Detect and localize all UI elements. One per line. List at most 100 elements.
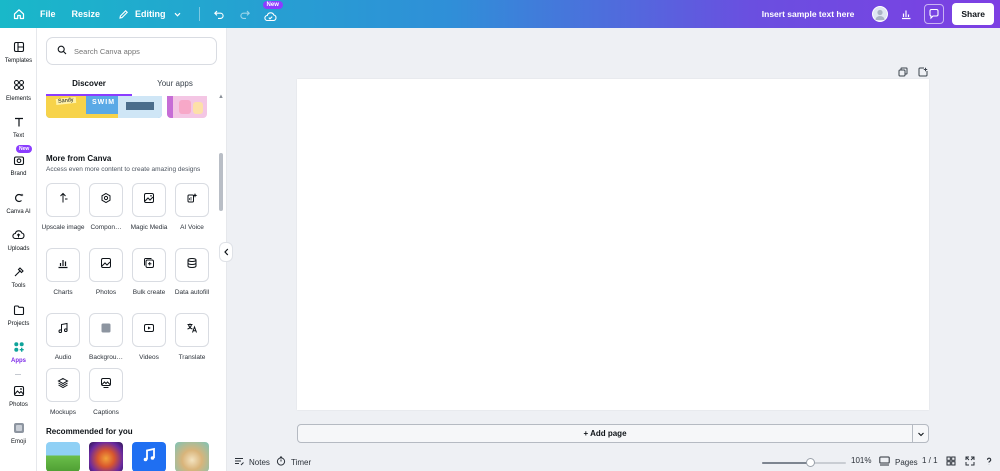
grid-view-button[interactable] — [946, 456, 956, 468]
uploads-icon — [12, 228, 26, 242]
app-magic-media[interactable]: Magic Media — [131, 183, 167, 232]
app-translate[interactable]: Translate — [175, 313, 209, 362]
add-page-dropdown[interactable] — [912, 424, 929, 443]
panel-tabs: Discover Your apps — [46, 76, 218, 96]
redo-button[interactable] — [232, 0, 258, 28]
app-background[interactable]: Backgrou… — [89, 313, 123, 362]
rail-item-canva-ai[interactable]: Canva AI — [0, 191, 37, 215]
app-audio[interactable]: Audio — [46, 313, 80, 362]
app-ai-voice[interactable]: AI Voice — [175, 183, 209, 232]
app-components[interactable]: Compon… — [89, 183, 123, 232]
timer-button[interactable]: Timer — [276, 456, 311, 468]
zoom-slider[interactable] — [762, 458, 846, 467]
app-videos[interactable]: Videos — [132, 313, 166, 362]
zoom-level[interactable]: 101% — [851, 456, 871, 465]
app-label: AI Voice — [180, 224, 204, 231]
rail-item-projects[interactable]: Projects — [0, 303, 37, 327]
rail-label: Projects — [7, 321, 30, 327]
rail-item-uploads[interactable]: Uploads — [0, 228, 37, 252]
undo-button[interactable] — [206, 0, 232, 28]
app-label: Charts — [53, 289, 73, 296]
featured-banner[interactable] — [167, 96, 207, 118]
pages-button[interactable]: Pages — [879, 456, 918, 468]
home-icon — [12, 7, 26, 21]
rail-item-elements[interactable]: Elements — [0, 78, 37, 102]
rail-item-apps[interactable]: Apps — [0, 340, 37, 364]
templates-icon — [12, 40, 26, 54]
file-menu[interactable]: File — [34, 0, 64, 28]
app-captions[interactable]: Captions — [89, 368, 123, 417]
photos-icon — [12, 384, 26, 398]
pages-label: Pages — [895, 457, 918, 467]
top-bar: File Resize Editing New Insert sample te… — [0, 0, 1000, 28]
rail-label: Elements — [5, 96, 31, 102]
app-tile — [175, 313, 209, 347]
cloud-save-button[interactable]: New — [258, 0, 284, 28]
zoom-slider-handle[interactable] — [806, 458, 816, 467]
help-button[interactable] — [984, 456, 994, 468]
music-note-icon — [141, 447, 157, 468]
elements-icon — [12, 78, 26, 92]
magic-media-icon — [143, 191, 155, 209]
design-page[interactable] — [297, 79, 929, 410]
tab-your-apps[interactable]: Your apps — [132, 76, 218, 96]
app-upscale-image[interactable]: Upscale image — [42, 183, 85, 232]
featured-banners: Sandy SWIM — [46, 96, 207, 118]
new-badge: New — [262, 1, 283, 9]
rail-item-tools[interactable]: Tools — [0, 265, 37, 289]
components-icon — [100, 191, 112, 209]
resize-label: Resize — [71, 9, 101, 19]
design-title[interactable]: Insert sample text here — [762, 9, 855, 19]
comments-button[interactable] — [924, 4, 945, 24]
app-photos[interactable]: Photos — [89, 248, 123, 297]
app-tile — [132, 313, 166, 347]
editing-dropdown[interactable]: Editing — [108, 0, 193, 28]
expand-icon — [965, 456, 975, 468]
app-tile — [89, 248, 123, 282]
collapse-panel-button[interactable] — [219, 242, 233, 262]
canva-ai-icon — [12, 191, 26, 205]
app-charts[interactable]: Charts — [46, 248, 80, 297]
recommended-app-thumbnail[interactable] — [89, 442, 123, 471]
apps-panel: Discover Your apps Sandy SWIM ▲ More fro… — [37, 28, 227, 471]
avatar[interactable] — [872, 6, 889, 22]
share-button[interactable]: Share — [952, 3, 994, 25]
tab-discover[interactable]: Discover — [46, 76, 132, 96]
resize-button[interactable]: Resize — [64, 0, 109, 28]
add-page-button[interactable]: + Add page — [297, 424, 913, 443]
search-input[interactable] — [74, 46, 204, 56]
bulk-create-icon — [143, 256, 155, 274]
data-autofill-icon — [186, 256, 198, 274]
cloud-check-icon — [264, 9, 278, 23]
insights-button[interactable] — [896, 4, 916, 24]
rail-label: Canva AI — [6, 209, 31, 215]
rail-item-templates[interactable]: Templates — [0, 40, 37, 64]
app-label: Magic Media — [130, 224, 168, 231]
scroll-up-arrow[interactable]: ▲ — [218, 94, 224, 100]
panel-scrollbar[interactable] — [219, 153, 223, 211]
photos-icon — [100, 256, 112, 274]
rail-item-photos[interactable]: Photos — [0, 384, 37, 408]
recommended-app-thumbnail[interactable] — [46, 442, 80, 471]
recommended-app-thumbnail[interactable] — [132, 442, 166, 471]
redo-icon — [238, 7, 252, 21]
pencil-icon — [116, 7, 130, 21]
zoom-slider-fill — [762, 462, 811, 464]
app-label: Data autofill — [174, 289, 210, 296]
home-button[interactable] — [0, 0, 34, 28]
rail-item-text[interactable]: Text — [0, 115, 37, 139]
chevron-down-icon — [917, 425, 925, 443]
fullscreen-button[interactable] — [965, 456, 975, 468]
recommended-title: Recommended for you — [46, 427, 133, 436]
rail-item-emoji[interactable]: Emoji — [0, 421, 37, 445]
app-label: Videos — [139, 354, 159, 361]
app-mockups[interactable]: Mockups — [46, 368, 80, 417]
app-bulk-create[interactable]: Bulk create — [132, 248, 166, 297]
app-tile — [46, 313, 80, 347]
banner-text: SWIM — [92, 99, 116, 106]
featured-banner[interactable]: Sandy SWIM — [46, 96, 162, 118]
app-data-autofill[interactable]: Data autofill — [175, 248, 209, 297]
recommended-app-thumbnail[interactable] — [175, 442, 209, 471]
notes-button[interactable]: Notes — [234, 456, 270, 468]
rail-item-brand[interactable]: Brand — [0, 153, 37, 177]
